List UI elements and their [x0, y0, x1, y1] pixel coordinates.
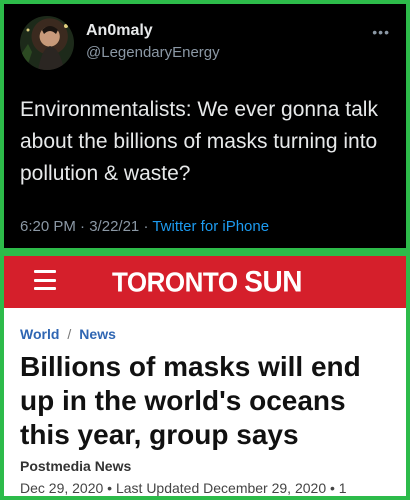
article: World / News Billions of masks will end up…	[4, 308, 406, 496]
breadcrumb-news[interactable]: News	[79, 326, 116, 342]
article-headline[interactable]: Billions of masks will end up in the wor…	[20, 350, 396, 452]
article-byline: Postmedia News	[20, 458, 132, 474]
tweet-time: 6:20 PM	[20, 218, 76, 235]
tweet-meta: 6:20 PM · 3/22/21 · Twitter for iPhone	[20, 218, 269, 235]
article-dateline: Dec 29, 2020 • Last Updated December 29,…	[20, 480, 347, 496]
meta-separator: ·	[143, 218, 149, 235]
meta-separator: ·	[80, 218, 86, 235]
tweet-date: 3/22/21	[89, 218, 140, 235]
author-handle[interactable]: @LegendaryEnergy	[86, 44, 220, 61]
screenshot-frame: An0maly @LegendaryEnergy ••• Environment…	[4, 4, 406, 496]
breadcrumb-world[interactable]: World	[20, 326, 59, 342]
breadcrumb: World / News	[20, 326, 116, 342]
tweet-card: An0maly @LegendaryEnergy ••• Environment…	[4, 4, 406, 248]
logo-text-toronto: TORONTO	[112, 266, 238, 298]
breadcrumb-separator: /	[67, 326, 72, 342]
green-divider	[4, 248, 406, 256]
avatar-photo-icon	[20, 24, 68, 70]
logo-text-sun: SUN	[244, 265, 302, 298]
site-logo[interactable]: TORONTO SUN	[112, 265, 302, 299]
hamburger-menu-icon[interactable]	[34, 270, 56, 290]
tweet-source-link[interactable]: Twitter for iPhone	[152, 218, 269, 235]
site-header: TORONTO SUN	[4, 256, 406, 308]
tweet-text: Environmentalists: We ever gonna talk ab…	[20, 98, 378, 185]
avatar[interactable]	[20, 16, 74, 70]
author-name[interactable]: An0maly	[86, 22, 153, 40]
more-horizontal-icon[interactable]: •••	[372, 24, 390, 40]
